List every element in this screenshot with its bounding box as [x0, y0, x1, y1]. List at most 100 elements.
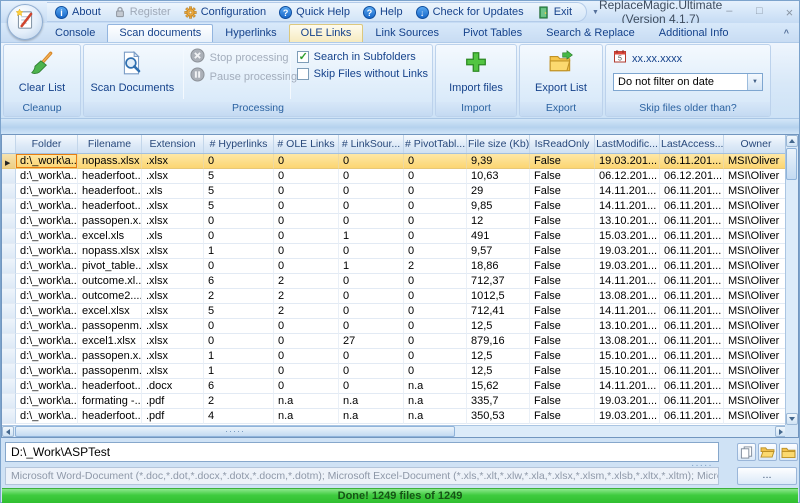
grid-cell[interactable]: d:\_work\a... — [16, 184, 78, 199]
grid-cell[interactable]: 12,5 — [467, 349, 530, 364]
table-row[interactable]: d:\_work\a...nopass.xlsx.xlsx00009,39Fal… — [2, 154, 789, 169]
export-list-button[interactable]: Export List — [535, 45, 587, 102]
grid-cell[interactable]: outcome2.... — [78, 289, 142, 304]
grid-cell[interactable]: 712,41 — [467, 304, 530, 319]
grid-cell[interactable]: False — [530, 289, 595, 304]
grid-cell[interactable]: .xlsx — [142, 154, 204, 169]
grid-cell[interactable]: 13.10.201... — [595, 319, 660, 334]
menu-item-exit[interactable]: Exit — [531, 6, 578, 19]
grid-cell[interactable]: .xlsx — [142, 349, 204, 364]
grid-cell[interactable]: 1 — [204, 364, 274, 379]
grid-cell[interactable]: 12,5 — [467, 319, 530, 334]
close-button[interactable] — [782, 5, 796, 20]
grid-cell[interactable]: 19.03.201... — [595, 394, 660, 409]
grid-cell[interactable]: MSI\Oliver — [724, 304, 789, 319]
grid-cell[interactable]: 0 — [339, 304, 404, 319]
grid-cell[interactable]: 13.08.201... — [595, 334, 660, 349]
menu-item-check-for-updates[interactable]: ↓Check for Updates — [410, 6, 530, 19]
grid-cell[interactable]: 0 — [274, 184, 339, 199]
grid-cell[interactable]: 491 — [467, 229, 530, 244]
grid-cell[interactable]: 2 — [274, 274, 339, 289]
table-row[interactable]: d:\_work\a...headerfoot....pdf4n.an.an.a… — [2, 409, 789, 424]
grid-cell[interactable]: MSI\Oliver — [724, 184, 789, 199]
grid-cell[interactable]: .xlsx — [142, 274, 204, 289]
grid-cell[interactable]: 15,62 — [467, 379, 530, 394]
grid-cell[interactable]: n.a — [339, 394, 404, 409]
grid-cell[interactable]: passopenm... — [78, 319, 142, 334]
grid-cell[interactable]: 1 — [204, 244, 274, 259]
column-header-file-size-kb[interactable]: File size (Kb) — [467, 135, 530, 153]
grid-cell[interactable]: excel.xls — [78, 229, 142, 244]
grid-cell[interactable]: excel1.xlsx — [78, 334, 142, 349]
grid-cell[interactable]: 0 — [204, 334, 274, 349]
grid-cell[interactable]: 06.11.201... — [660, 319, 724, 334]
horizontal-scrollbar[interactable] — [2, 425, 787, 437]
grid-cell[interactable]: 0 — [404, 199, 467, 214]
grid-cell[interactable]: 06.12.201... — [595, 169, 660, 184]
grid-cell[interactable]: MSI\Oliver — [724, 349, 789, 364]
grid-cell[interactable]: False — [530, 184, 595, 199]
grid-cell[interactable]: MSI\Oliver — [724, 259, 789, 274]
grid-cell[interactable]: MSI\Oliver — [724, 229, 789, 244]
grid-cell[interactable]: n.a — [404, 394, 467, 409]
grid-cell[interactable]: 9,85 — [467, 199, 530, 214]
grid-cell[interactable]: 0 — [404, 349, 467, 364]
grid-cell[interactable]: .xlsx — [142, 304, 204, 319]
table-row[interactable]: d:\_work\a...headerfoot....docx600n.a15,… — [2, 379, 789, 394]
grid-cell[interactable]: MSI\Oliver — [724, 364, 789, 379]
grid-cell[interactable]: 13.08.201... — [595, 289, 660, 304]
grid-cell[interactable]: d:\_work\a... — [16, 409, 78, 424]
grid-cell[interactable]: 1 — [339, 229, 404, 244]
scan-path-input[interactable] — [5, 442, 719, 462]
chevron-down-icon[interactable] — [747, 74, 762, 90]
grid-cell[interactable]: 06.11.201... — [660, 199, 724, 214]
grid-cell[interactable]: 5 — [204, 199, 274, 214]
grid-cell[interactable]: 06.11.201... — [660, 394, 724, 409]
column-header-lastaccess[interactable]: LastAccess... — [660, 135, 724, 153]
column-header-lastmodific[interactable]: LastModific... — [595, 135, 660, 153]
grid-cell[interactable]: False — [530, 244, 595, 259]
table-row[interactable]: d:\_work\a...excel.xls.xls0010491False15… — [2, 229, 789, 244]
table-row[interactable]: d:\_work\a...outcome2.....xlsx22001012,5… — [2, 289, 789, 304]
grid-cell[interactable]: .xlsx — [142, 259, 204, 274]
copy-path-button[interactable] — [737, 443, 756, 461]
grid-cell[interactable]: 15.10.201... — [595, 364, 660, 379]
tab-link-sources[interactable]: Link Sources — [363, 24, 451, 42]
table-row[interactable]: d:\_work\a...excel.xlsx.xlsx5200712,41Fa… — [2, 304, 789, 319]
grid-cell[interactable]: .xlsx — [142, 214, 204, 229]
grid-cell[interactable]: MSI\Oliver — [724, 319, 789, 334]
stop-processing-button[interactable]: Stop processing — [190, 49, 284, 66]
grid-cell[interactable]: 335,7 — [467, 394, 530, 409]
grid-cell[interactable]: 9,39 — [467, 154, 530, 169]
grid-cell[interactable]: nopass.xlsx — [78, 154, 142, 169]
grid-cell[interactable]: 06.11.201... — [660, 184, 724, 199]
table-row[interactable]: d:\_work\a...passopen.x....xlsx100012,5F… — [2, 349, 789, 364]
grid-cell[interactable]: d:\_work\a... — [16, 154, 78, 169]
grid-cell[interactable]: False — [530, 394, 595, 409]
tab-hyperlinks[interactable]: Hyperlinks — [213, 24, 288, 42]
grid-cell[interactable]: 0 — [339, 184, 404, 199]
skip-files-without-links-checkbox[interactable]: Skip Files without Links — [297, 66, 428, 81]
grid-cell[interactable]: False — [530, 334, 595, 349]
grid-cell[interactable]: 0 — [274, 379, 339, 394]
grid-cell[interactable]: 0 — [404, 334, 467, 349]
grid-cell[interactable]: False — [530, 199, 595, 214]
grid-cell[interactable]: False — [530, 154, 595, 169]
grid-cell[interactable]: d:\_work\a... — [16, 289, 78, 304]
grid-cell[interactable]: 0 — [339, 169, 404, 184]
grid-cell[interactable]: d:\_work\a... — [16, 244, 78, 259]
grid-cell[interactable]: 0 — [339, 349, 404, 364]
grid-cell[interactable]: outcome.xl... — [78, 274, 142, 289]
grid-cell[interactable]: 2 — [404, 259, 467, 274]
grid-cell[interactable]: 1 — [339, 259, 404, 274]
grid-cell[interactable]: 0 — [339, 274, 404, 289]
grid-cell[interactable]: False — [530, 349, 595, 364]
table-row[interactable]: d:\_work\a...formating -....pdf2n.an.an.… — [2, 394, 789, 409]
grid-cell[interactable]: n.a — [404, 379, 467, 394]
grid-cell[interactable]: False — [530, 259, 595, 274]
grid-cell[interactable]: 0 — [404, 229, 467, 244]
grid-cell[interactable]: False — [530, 379, 595, 394]
grid-cell[interactable]: d:\_work\a... — [16, 259, 78, 274]
table-row[interactable]: d:\_work\a...headerfoot....xlsx500010,63… — [2, 169, 789, 184]
grid-cell[interactable]: 712,37 — [467, 274, 530, 289]
